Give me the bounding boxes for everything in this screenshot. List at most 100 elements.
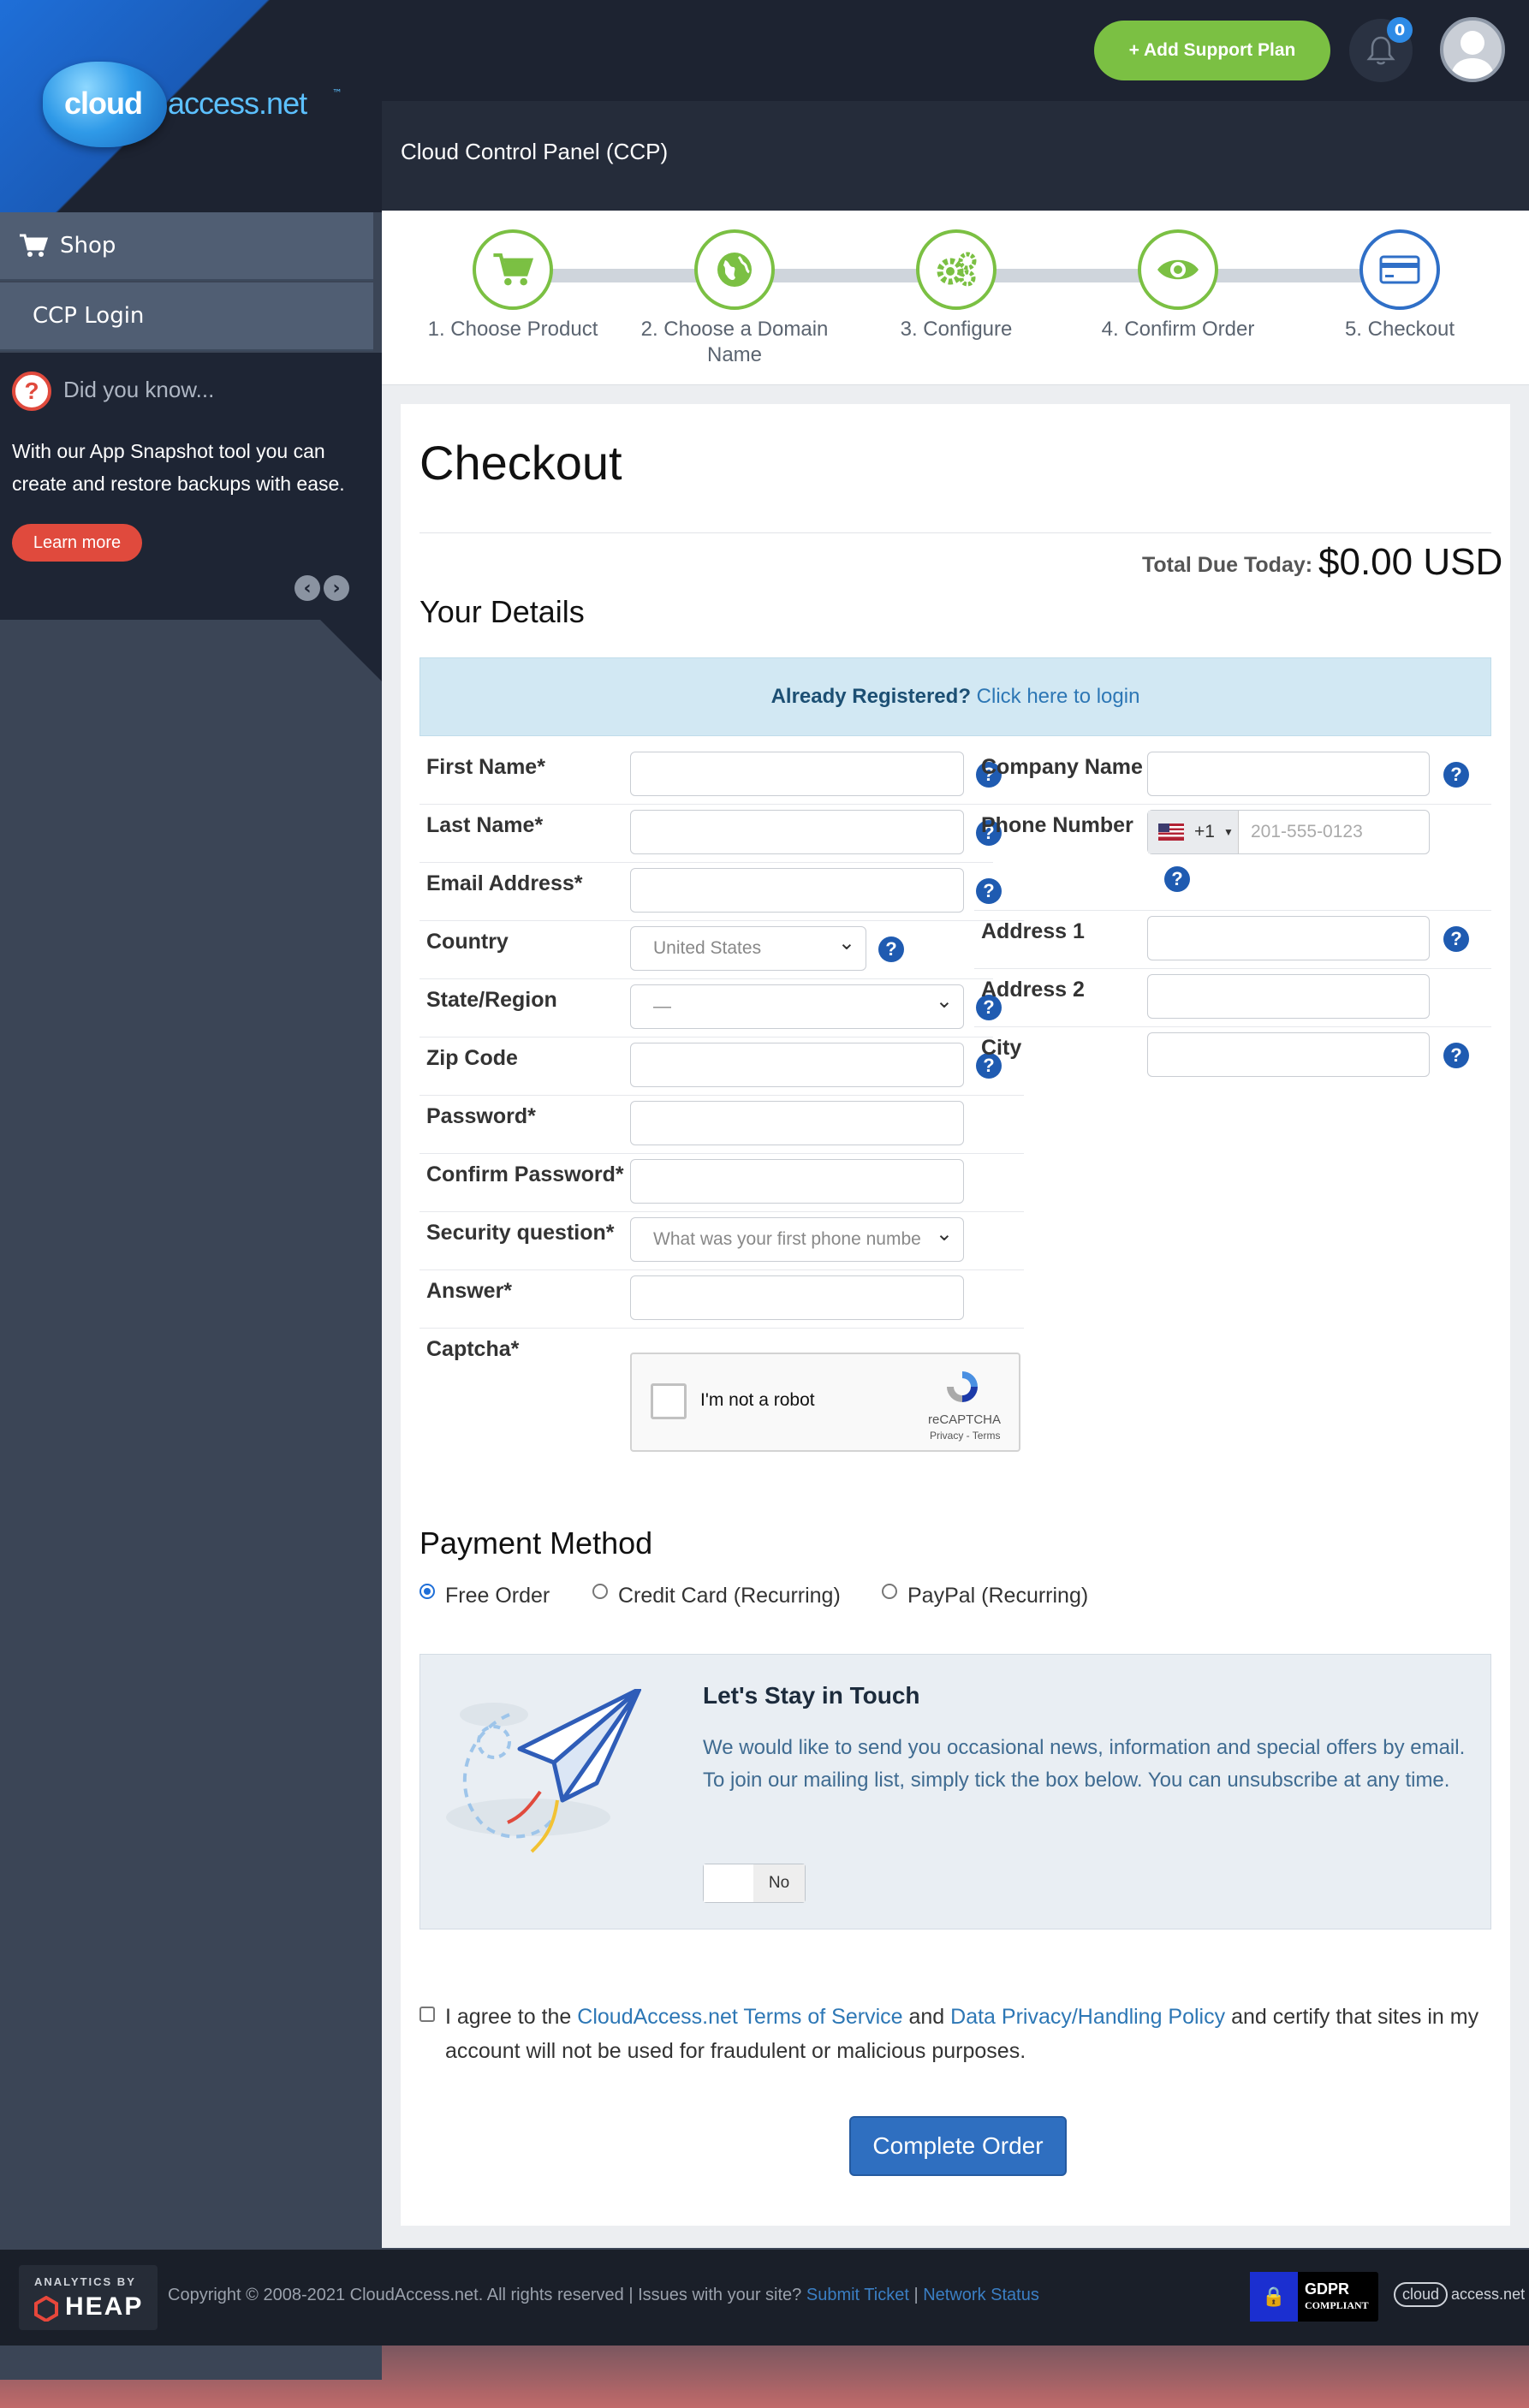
- tip-carousel-arrows: ‹ ›: [294, 575, 349, 601]
- step-configure[interactable]: 3. Configure: [858, 229, 1055, 342]
- complete-order-button[interactable]: Complete Order: [849, 2116, 1067, 2176]
- step-choose-product[interactable]: 1. Choose Product: [414, 229, 611, 342]
- address2-input[interactable]: [1147, 974, 1430, 1019]
- step-checkout[interactable]: 5. Checkout: [1301, 229, 1498, 342]
- chevron-right-icon[interactable]: ›: [324, 575, 349, 601]
- agree-text-middle: and: [902, 2005, 951, 2029]
- copyright-notice: Copyright © 2008-2021 CloudAccess.net. A…: [168, 2286, 802, 2304]
- submit-ticket-link[interactable]: Submit Ticket: [806, 2286, 909, 2304]
- already-registered-text: Already Registered?: [770, 685, 971, 708]
- help-icon[interactable]: ?: [1443, 762, 1469, 788]
- step-label: 4. Confirm Order: [1101, 318, 1255, 341]
- question-icon: ?: [12, 372, 51, 411]
- phone-placeholder: 201-555-0123: [1251, 822, 1363, 841]
- company-label: Company Name: [981, 755, 1143, 779]
- sidebar-item-label: Shop: [60, 233, 116, 259]
- top-bar: + Add Support Plan 0: [382, 0, 1529, 101]
- logo-trademark: ™: [332, 87, 342, 99]
- phone-country-picker[interactable]: +1 ▼: [1148, 811, 1239, 853]
- state-select[interactable]: —: [630, 984, 964, 1029]
- password-label: Password*: [426, 1104, 536, 1128]
- payment-option-paypal[interactable]: PayPal (Recurring): [882, 1583, 1088, 1608]
- eye-icon: [1157, 259, 1199, 280]
- security-question-select[interactable]: What was your first phone numbe: [630, 1217, 964, 1262]
- recaptcha-privacy-terms-link[interactable]: Privacy - Terms: [930, 1430, 1000, 1442]
- privacy-policy-link[interactable]: Data Privacy/Handling Policy: [950, 2005, 1225, 2029]
- answer-input[interactable]: [630, 1275, 964, 1320]
- step-choose-domain[interactable]: 2. Choose a Domain Name: [636, 229, 833, 368]
- city-input[interactable]: [1147, 1032, 1430, 1077]
- mailing-list-title: Let's Stay in Touch: [703, 1682, 920, 1709]
- heap-logo-icon: [34, 2296, 58, 2322]
- sidebar-item-shop[interactable]: Shop: [0, 212, 373, 281]
- radio-unselected[interactable]: [592, 1583, 608, 1599]
- zip-input[interactable]: [630, 1043, 964, 1087]
- first-name-input[interactable]: [630, 752, 964, 796]
- sidebar: cloud access.net ™ Shop CCP Login ? Did …: [0, 0, 382, 2380]
- gdpr-title: GDPR: [1305, 2280, 1350, 2298]
- notification-count-badge: 0: [1387, 17, 1413, 43]
- recaptcha-logo-icon: [947, 1371, 978, 1402]
- gdpr-badge: 🔒 GDPR COMPLIANT: [1250, 2272, 1378, 2322]
- email-label: Email Address*: [426, 871, 583, 895]
- help-icon[interactable]: ?: [1443, 926, 1469, 952]
- panel-fold-decoration: [320, 620, 382, 681]
- mailing-list-toggle[interactable]: No: [703, 1864, 806, 1903]
- help-icon[interactable]: ?: [1164, 866, 1190, 892]
- zip-label: Zip Code: [426, 1046, 518, 1070]
- password-row: Password*: [419, 1096, 1024, 1154]
- email-row: Email Address* ?: [419, 863, 1024, 921]
- country-row: Country United States ?: [419, 921, 993, 979]
- sidebar-item-ccp-login[interactable]: CCP Login: [0, 282, 373, 351]
- footer-brand-logo[interactable]: cloud access.net: [1394, 2282, 1525, 2307]
- company-input[interactable]: [1147, 752, 1430, 796]
- answer-label: Answer*: [426, 1279, 513, 1303]
- first-name-label: First Name*: [426, 755, 545, 779]
- chevron-left-icon[interactable]: ‹: [294, 575, 320, 601]
- gears-icon: [937, 252, 977, 287]
- security-question-row: Security question* What was your first p…: [419, 1212, 1024, 1270]
- address1-label: Address 1: [981, 919, 1085, 943]
- add-support-plan-button[interactable]: + Add Support Plan: [1094, 21, 1330, 80]
- recaptcha-checkbox[interactable]: [651, 1383, 687, 1419]
- agree-checkbox[interactable]: [419, 2007, 435, 2022]
- help-icon[interactable]: ?: [1443, 1043, 1469, 1068]
- brand-logo[interactable]: cloud access.net ™: [0, 0, 382, 212]
- recaptcha-brand: reCAPTCHA: [928, 1412, 1002, 1427]
- globe-icon: [717, 253, 752, 287]
- network-status-link[interactable]: Network Status: [923, 2286, 1039, 2304]
- heap-analytics-badge[interactable]: ANALYTICS BY HEAP: [19, 2265, 158, 2330]
- toggle-knob: [704, 1864, 755, 1902]
- password-input[interactable]: [630, 1101, 964, 1145]
- logo-text-rest: access.net: [168, 86, 307, 121]
- checkout-progress: 1. Choose Product 2. Choose a Domain Nam…: [382, 211, 1529, 385]
- company-row: Company Name ?: [974, 746, 1491, 805]
- confirm-password-input[interactable]: [630, 1159, 964, 1204]
- step-confirm-order[interactable]: 4. Confirm Order: [1080, 229, 1276, 342]
- step-label: 3. Configure: [900, 318, 1013, 341]
- learn-more-button[interactable]: Learn more: [12, 524, 142, 562]
- terms-of-service-link[interactable]: CloudAccess.net Terms of Service: [577, 2005, 902, 2029]
- phone-row: Phone Number +1 ▼ 201-555-0123 ?: [974, 805, 1491, 911]
- country-select[interactable]: United States: [630, 926, 866, 971]
- radio-selected[interactable]: [419, 1583, 435, 1599]
- logo-text-cloud: cloud: [64, 86, 143, 121]
- payment-option-free-order[interactable]: Free Order: [419, 1583, 550, 1608]
- checkout-content: Checkout Total Due Today: $0.00 USD Your…: [401, 404, 1510, 2226]
- address1-input[interactable]: [1147, 916, 1430, 960]
- payment-option-credit-card[interactable]: Credit Card (Recurring): [592, 1583, 841, 1608]
- zip-row: Zip Code ?: [419, 1038, 1024, 1096]
- last-name-input[interactable]: [630, 810, 964, 854]
- city-label: City: [981, 1036, 1022, 1060]
- security-question-label: Security question*: [426, 1221, 615, 1245]
- user-avatar[interactable]: [1440, 17, 1505, 82]
- phone-input[interactable]: +1 ▼ 201-555-0123: [1147, 810, 1430, 854]
- radio-unselected[interactable]: [882, 1583, 897, 1599]
- toggle-state-label: No: [753, 1864, 805, 1902]
- help-icon[interactable]: ?: [878, 936, 904, 962]
- email-input[interactable]: [630, 868, 964, 913]
- step-label: 5. Checkout: [1344, 318, 1455, 341]
- payment-option-label: Credit Card (Recurring): [618, 1584, 841, 1608]
- panel-title: Cloud Control Panel (CCP): [401, 139, 669, 164]
- login-link[interactable]: Click here to login: [977, 685, 1140, 708]
